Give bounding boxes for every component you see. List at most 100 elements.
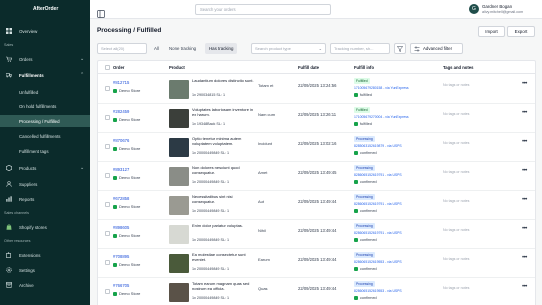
tracking-link[interactable]: 8285063152619879 - via USPS — [354, 144, 402, 148]
order-link[interactable]: #898605 — [113, 225, 129, 230]
product-name[interactable]: Enim dolor pariatur voluptas. — [192, 223, 254, 228]
product-thumbnail[interactable] — [169, 80, 189, 99]
sidebar-item-cancelled[interactable]: Cancelled fulfillments — [0, 130, 90, 142]
table-row[interactable]: #766705 Demo Store Totam earum magnam quas… — [98, 278, 535, 305]
product-extra: Totam et — [258, 83, 274, 88]
product-thumbnail[interactable] — [169, 196, 189, 215]
store-name: Demo Store — [119, 175, 141, 180]
import-button[interactable]: Import — [478, 26, 505, 37]
tab-all[interactable]: All — [150, 43, 163, 54]
row-checkbox[interactable] — [105, 86, 110, 91]
sidebar-item-on-hold[interactable]: On hold fulfillments — [0, 100, 90, 112]
product-name[interactable]: Optio tenetur minima autem voluptatem vo… — [192, 136, 254, 146]
tracking-link[interactable]: 8286065152619553 - via USPS — [354, 289, 402, 293]
sidebar-item-archive[interactable]: Archive — [0, 279, 90, 291]
more-actions-icon[interactable]: ••• — [522, 226, 527, 232]
tracking-number-input[interactable]: Tracking number, sh... — [330, 43, 390, 54]
more-actions-icon[interactable]: ••• — [522, 139, 527, 145]
sidebar-item-suppliers[interactable]: Suppliers — [0, 178, 90, 190]
sidebar-item-processing-fulfilled[interactable]: Processing / Fulfilled — [0, 115, 90, 127]
sidebar-item-fulfillments[interactable]: Fulfillments ⌃ — [0, 69, 90, 81]
row-checkbox[interactable] — [105, 115, 110, 120]
sidebar-item-settings[interactable]: Settings — [0, 264, 90, 276]
order-link[interactable]: #870676 — [113, 138, 129, 143]
sidebar-toggle-icon[interactable] — [97, 5, 105, 18]
more-actions-icon[interactable]: ••• — [522, 284, 527, 290]
chart-icon — [6, 196, 12, 202]
order-link[interactable]: #766705 — [113, 283, 129, 288]
more-actions-icon[interactable]: ••• — [522, 81, 527, 87]
table-row[interactable]: #870676 Demo Store Optio tenetur minima au… — [98, 133, 535, 162]
product-name[interactable]: Laudantium dolores distinctio sunt. — [192, 78, 254, 83]
shopify-bag-icon — [113, 117, 117, 122]
gear-icon — [6, 267, 12, 273]
tracking-link[interactable]: 8286065152619791 - via USPS — [354, 202, 402, 206]
order-link[interactable]: #672858 — [113, 196, 129, 201]
fulfill-status-label: confirmed — [360, 180, 377, 184]
table-row[interactable]: #893127 Demo Store Non dolores nesciunt qu… — [98, 162, 535, 191]
row-checkbox[interactable] — [105, 260, 110, 265]
sidebar-item-label: Orders — [19, 56, 33, 62]
header-checkbox[interactable] — [105, 65, 110, 70]
search-input[interactable]: Search your orders — [195, 4, 331, 15]
filter-icon — [397, 45, 403, 52]
table-row[interactable]: #708895 Demo Store Ea molestiae consectetu… — [98, 249, 535, 278]
product-meta: 1x 20000449849 SL: 1 — [192, 267, 230, 271]
more-actions-icon[interactable]: ••• — [522, 110, 527, 116]
export-button[interactable]: Export — [507, 26, 535, 37]
product-thumbnail[interactable] — [169, 254, 189, 273]
product-thumbnail[interactable] — [169, 167, 189, 186]
avatar[interactable]: G — [469, 4, 479, 14]
product-name[interactable]: Voluptates laboriosam inventore in ex ha… — [192, 107, 254, 117]
row-checkbox[interactable] — [105, 144, 110, 149]
order-link[interactable]: #812715 — [113, 80, 129, 85]
more-actions-icon[interactable]: ••• — [522, 168, 527, 174]
product-type-select[interactable]: Search product type ⌄ — [251, 43, 326, 54]
status-badge: Processing — [354, 252, 375, 258]
table-row[interactable]: #898605 Demo Store Enim dolor pariatur vol… — [98, 220, 535, 249]
tracking-link[interactable]: 171005679270004 - via YunExpress — [354, 115, 409, 119]
tracking-link[interactable]: 171005679280158 - via YunExpress — [354, 86, 409, 90]
tab-none-tracking[interactable]: None tracking — [165, 43, 200, 54]
select-all-checkbox[interactable]: Select all(20) — [97, 43, 147, 54]
row-checkbox[interactable] — [105, 289, 110, 294]
row-checkbox[interactable] — [105, 173, 110, 178]
product-name[interactable]: Ea molestiae consectetur sunt eveniet. — [192, 252, 254, 262]
section-title-other-resources: Other resources — [4, 239, 31, 243]
product-meta: 1x 20000449849 SL: 1 — [192, 296, 230, 300]
product-thumbnail[interactable] — [169, 138, 189, 157]
sidebar-item-overview[interactable]: Overview — [0, 25, 90, 37]
tracking-link[interactable]: 8286065152619553 - via USPS — [354, 260, 402, 264]
more-actions-icon[interactable]: ••• — [522, 255, 527, 261]
table-row[interactable]: #672858 Demo Store Necessitatibus sint nis… — [98, 191, 535, 220]
sliders-icon — [414, 46, 420, 51]
order-link[interactable]: #708895 — [113, 254, 129, 259]
sidebar-item-orders[interactable]: Orders ⌄ — [0, 53, 90, 65]
product-name[interactable]: Totam earum magnam quas sed nostrum ea o… — [192, 281, 254, 291]
more-actions-icon[interactable]: ••• — [522, 197, 527, 203]
sidebar-item-reports[interactable]: Reports — [0, 193, 90, 205]
order-link[interactable]: #282459 — [113, 109, 129, 114]
archive-icon — [6, 282, 12, 288]
product-thumbnail[interactable] — [169, 225, 189, 244]
order-link[interactable]: #893127 — [113, 167, 129, 172]
product-thumbnail[interactable] — [169, 109, 189, 128]
product-name[interactable]: Necessitatibus sint nisi consequatur. — [192, 194, 254, 204]
tracking-link[interactable]: 8286065152619791 - via USPS — [354, 173, 402, 177]
product-name[interactable]: Non dolores nesciunt quod consequatur. — [192, 165, 254, 175]
sidebar-item-products[interactable]: Products ⌄ — [0, 162, 90, 174]
table-row[interactable]: #282459 Demo Store Voluptates laboriosam i… — [98, 104, 535, 133]
row-checkbox[interactable] — [105, 231, 110, 236]
row-checkbox[interactable] — [105, 202, 110, 207]
sidebar-item-fulfillment-tags[interactable]: Fulfillment tags — [0, 145, 90, 157]
sidebar-item-unfulfilled[interactable]: Unfulfilled — [0, 86, 90, 98]
advanced-filter-button[interactable]: Advanced filter — [410, 43, 463, 54]
product-thumbnail[interactable] — [169, 283, 189, 302]
tracking-link[interactable]: 8286065152619791 - via USPS — [354, 231, 402, 235]
clear-filter-button[interactable] — [394, 43, 406, 54]
sidebar-item-shopify-stores[interactable]: Shopify stores — [0, 221, 90, 233]
tab-has-tracking[interactable]: Has tracking — [205, 43, 238, 54]
store-name: Demo Store — [119, 262, 141, 267]
sidebar-item-extensions[interactable]: Extensions — [0, 249, 90, 261]
table-row[interactable]: #812715 Demo Store Laudantium dolores dist… — [98, 75, 535, 104]
